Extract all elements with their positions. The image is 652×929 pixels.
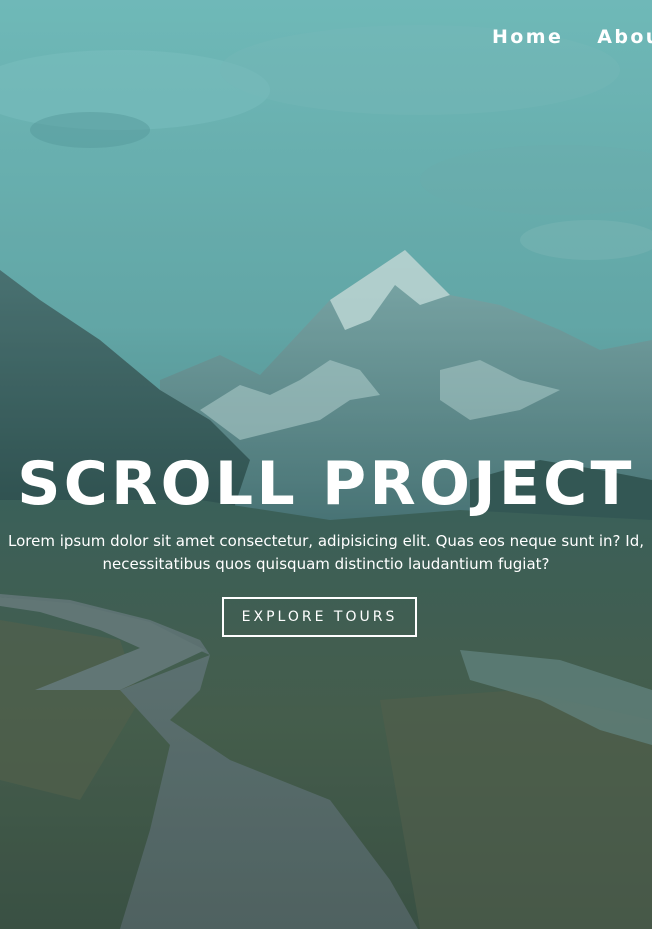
nav-link-about[interactable]: About — [597, 26, 652, 48]
explore-tours-button[interactable]: EXPLORE TOURS — [222, 597, 417, 637]
main-nav: Home About — [492, 26, 652, 48]
hero-subtitle: Lorem ipsum dolor sit amet consectetur, … — [0, 530, 652, 576]
hero-title: SCROLL PROJECT — [17, 449, 635, 519]
nav-link-home[interactable]: Home — [492, 26, 563, 48]
hero-subtitle-line-2: necessitatibus quos quisquam distinctio … — [102, 555, 550, 573]
hero-subtitle-line-1: Lorem ipsum dolor sit amet consectetur, … — [8, 532, 644, 550]
hero-section: Home About SCROLL PROJECT Lorem ipsum do… — [0, 0, 652, 929]
